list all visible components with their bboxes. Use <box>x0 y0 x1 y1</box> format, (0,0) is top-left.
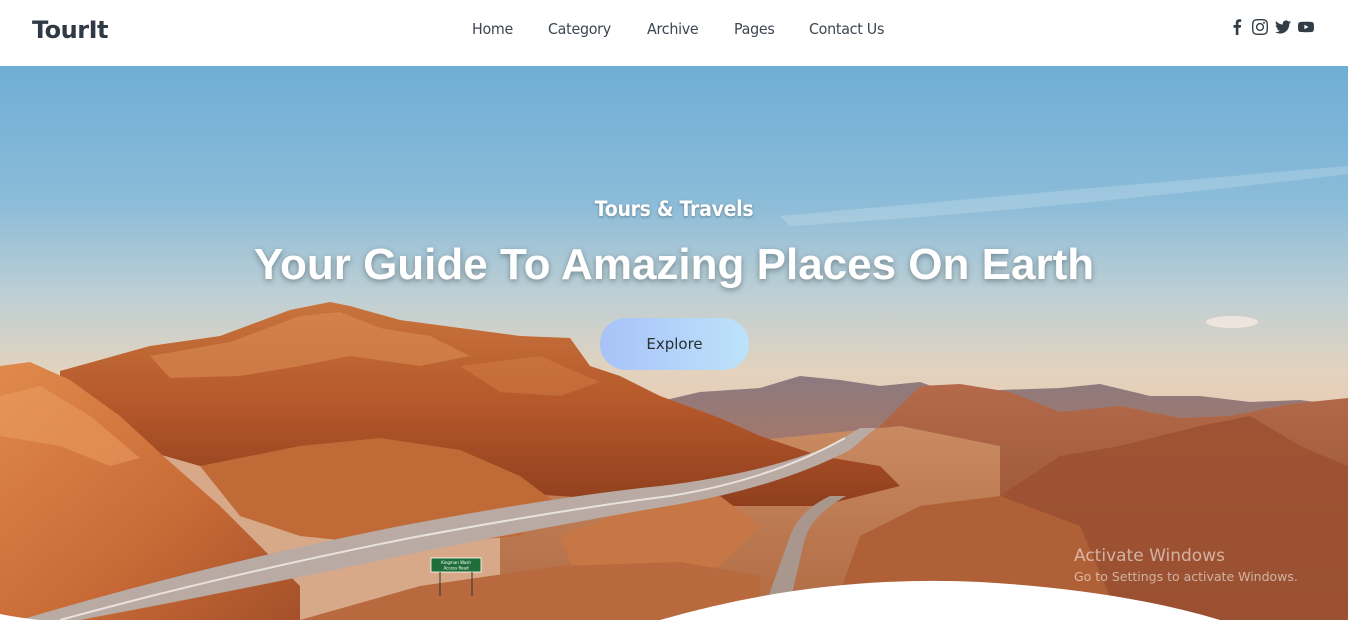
nav-item-archive[interactable]: Archive <box>647 20 699 38</box>
navbar: TourIt Home Category Archive Pages Conta… <box>0 0 1348 66</box>
hero-banner: Kingman Wash Access Road Tours & Travels… <box>0 66 1348 620</box>
hero-subtitle: Tours & Travels <box>594 197 754 221</box>
hero-title: Your Guide To Amazing Places On Earth <box>253 240 1095 289</box>
facebook-icon[interactable] <box>1229 18 1245 36</box>
youtube-icon[interactable] <box>1298 18 1314 36</box>
nav-item-contact-us[interactable]: Contact Us <box>809 20 884 38</box>
nav-item-category[interactable]: Category <box>548 20 611 38</box>
watermark-subtitle: Go to Settings to activate Windows. <box>1074 569 1298 584</box>
activate-windows-watermark: Activate Windows Go to Settings to activ… <box>1074 546 1298 584</box>
explore-button[interactable]: Explore <box>600 318 749 370</box>
nav-item-home[interactable]: Home <box>472 20 513 38</box>
road-sign-line2: Access Road <box>443 566 468 571</box>
instagram-icon[interactable] <box>1252 18 1268 36</box>
twitter-icon[interactable] <box>1275 18 1291 36</box>
nav-item-pages[interactable]: Pages <box>734 20 775 38</box>
watermark-title: Activate Windows <box>1074 546 1225 566</box>
nav-menu: Home Category Archive Pages Contact Us <box>472 20 922 38</box>
brand-logo[interactable]: TourIt <box>32 16 109 44</box>
social-links <box>1229 18 1314 36</box>
road-sign-line1: Kingman Wash <box>441 560 471 565</box>
